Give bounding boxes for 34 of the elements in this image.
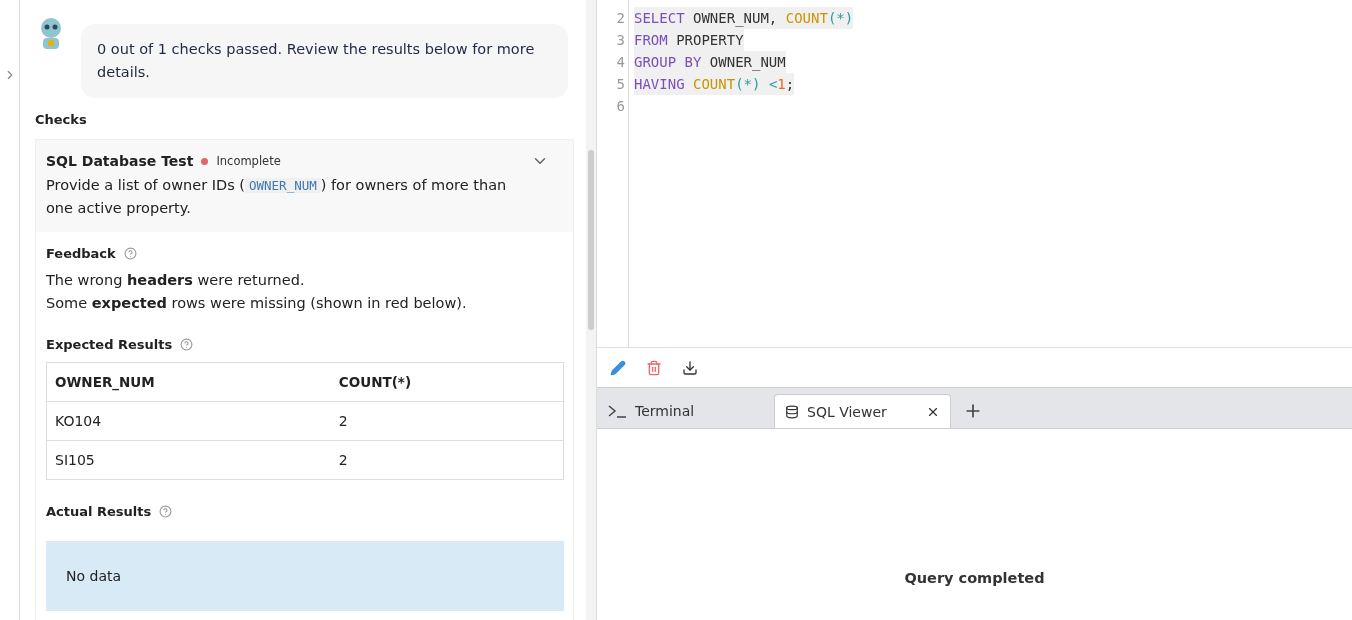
tab[interactable]: SQL Viewer — [774, 394, 951, 428]
feedback-text: The wrong headers were returned. — [46, 271, 306, 290]
column-header: COUNT(*) — [330, 362, 564, 402]
pencil-icon[interactable] — [610, 359, 626, 376]
actual-results-label: Actual Results — [46, 504, 152, 519]
chat-message: 0 out of 1 checks passed. Review the results below for more details. — [81, 24, 568, 98]
checks-heading: Checks — [35, 112, 88, 127]
check-status: Incomplete — [216, 154, 282, 168]
tab[interactable]: Terminal — [597, 394, 774, 428]
no-data-message: No data — [46, 541, 564, 611]
terminal-icon — [607, 404, 627, 418]
column-header: OWNER_NUM — [46, 362, 331, 402]
query-status: Query completed — [904, 570, 1045, 586]
feedback-label: Feedback — [46, 246, 116, 261]
help-icon[interactable] — [180, 338, 194, 351]
feedback-text: Some expected rows were missing (shown in red below). — [46, 294, 468, 313]
help-icon[interactable] — [123, 247, 137, 260]
trash-icon[interactable] — [646, 359, 662, 376]
line-number: 5 — [615, 75, 626, 94]
check-title: SQL Database Test — [46, 153, 194, 169]
line-number: 2 — [615, 9, 626, 28]
database-icon — [785, 404, 799, 419]
table-cell: 2 — [330, 440, 564, 480]
check-description: Provide a list of owner IDs ( OWNER_NUM ) for owners of more than one active property. — [46, 176, 508, 218]
download-icon[interactable] — [682, 359, 698, 376]
expected-results-label: Expected Results — [46, 337, 173, 352]
table-cell: KO104 — [46, 401, 331, 441]
scrollbar-thumb[interactable] — [588, 150, 594, 330]
line-number: 6 — [615, 97, 626, 116]
table-cell: 2 — [330, 401, 564, 441]
line-number: 3 — [615, 31, 626, 50]
table-cell: SI105 — [46, 440, 331, 480]
line-number: 4 — [615, 53, 626, 72]
help-icon[interactable] — [159, 505, 173, 518]
